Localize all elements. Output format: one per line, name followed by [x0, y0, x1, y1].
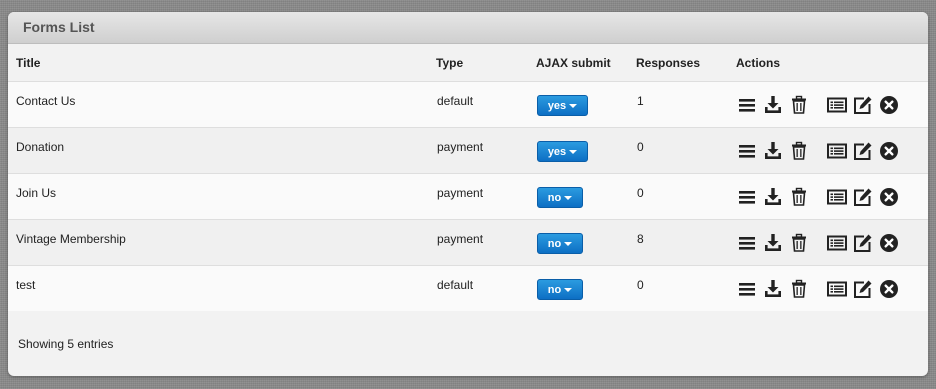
delete-icon[interactable] — [879, 95, 899, 115]
ajax-submit-dropdown[interactable]: no — [537, 186, 583, 208]
ajax-submit-value: yes — [547, 145, 567, 158]
responses-count: 0 — [637, 139, 644, 154]
table-row: Contact Us default yes 1 — [8, 81, 928, 127]
form-title: Join Us — [16, 185, 57, 200]
list-icon[interactable] — [737, 279, 757, 299]
edit-icon[interactable] — [853, 279, 873, 299]
trash-icon[interactable] — [789, 141, 809, 161]
column-header-ajax-submit[interactable]: AJAX submit — [536, 44, 636, 81]
edit-icon[interactable] — [853, 233, 873, 253]
actions-cell — [736, 127, 928, 173]
responses-count: 0 — [637, 277, 644, 292]
delete-icon[interactable] — [879, 279, 899, 299]
download-icon[interactable] — [763, 187, 783, 207]
trash-icon[interactable] — [789, 95, 809, 115]
table-row: Vintage Membership payment no 8 — [8, 219, 928, 265]
caret-down-icon — [564, 195, 573, 200]
form-type: payment — [437, 185, 484, 200]
actions-cell — [736, 265, 928, 311]
list-icon[interactable] — [737, 141, 757, 161]
actions-cell — [736, 219, 928, 265]
form-title: Contact Us — [16, 93, 76, 108]
responses-count: 8 — [637, 231, 644, 246]
form-type: default — [437, 277, 474, 292]
form-title: Donation — [16, 139, 65, 154]
caret-down-icon — [564, 241, 573, 246]
actions-cell — [736, 173, 928, 219]
column-header-actions: Actions — [736, 56, 781, 70]
panel-title: Forms List — [8, 12, 928, 44]
column-header-responses[interactable]: Responses — [636, 44, 736, 81]
ajax-submit-value: no — [547, 283, 562, 296]
view-list-icon[interactable] — [827, 95, 847, 115]
download-icon[interactable] — [763, 95, 783, 115]
delete-icon[interactable] — [879, 233, 899, 253]
ajax-submit-dropdown[interactable]: no — [537, 278, 583, 300]
edit-icon[interactable] — [853, 187, 873, 207]
caret-down-icon — [569, 103, 578, 108]
caret-down-icon — [569, 149, 578, 154]
view-list-icon[interactable] — [827, 187, 847, 207]
list-icon[interactable] — [737, 233, 757, 253]
responses-count: 1 — [637, 93, 644, 108]
column-header-type[interactable]: Type — [436, 44, 536, 81]
ajax-submit-dropdown[interactable]: yes — [537, 94, 588, 116]
ajax-submit-dropdown[interactable]: yes — [537, 140, 588, 162]
ajax-submit-cell: no — [536, 173, 636, 219]
download-icon[interactable] — [763, 233, 783, 253]
ajax-submit-cell: yes — [536, 81, 636, 127]
trash-icon[interactable] — [789, 187, 809, 207]
form-title: test — [16, 277, 36, 292]
table-info: Showing 5 entries — [18, 337, 114, 351]
responses-count: 0 — [637, 185, 644, 200]
view-list-icon[interactable] — [827, 279, 847, 299]
forms-table: Title Type AJAX submit Responses Actions… — [8, 44, 928, 311]
view-list-icon[interactable] — [827, 141, 847, 161]
table-row: Join Us payment no 0 — [8, 173, 928, 219]
ajax-submit-cell: no — [536, 265, 636, 311]
ajax-submit-dropdown[interactable]: no — [537, 232, 583, 254]
ajax-submit-value: yes — [547, 99, 567, 112]
form-type: payment — [437, 139, 484, 154]
list-icon[interactable] — [737, 95, 757, 115]
trash-icon[interactable] — [789, 233, 809, 253]
table-row: test default no 0 — [8, 265, 928, 311]
delete-icon[interactable] — [879, 141, 899, 161]
download-icon[interactable] — [763, 279, 783, 299]
form-type: payment — [437, 231, 484, 246]
list-icon[interactable] — [737, 187, 757, 207]
edit-icon[interactable] — [853, 95, 873, 115]
form-type: default — [437, 93, 474, 108]
caret-down-icon — [564, 287, 573, 292]
ajax-submit-value: no — [547, 237, 562, 250]
download-icon[interactable] — [763, 141, 783, 161]
table-header-row: Title Type AJAX submit Responses Actions — [8, 44, 928, 81]
column-header-title[interactable]: Title — [8, 44, 436, 81]
form-title: Vintage Membership — [16, 231, 126, 246]
ajax-submit-cell: no — [536, 219, 636, 265]
actions-cell — [736, 81, 928, 127]
ajax-submit-value: no — [547, 191, 562, 204]
trash-icon[interactable] — [789, 279, 809, 299]
forms-list-panel: Forms List Title Type AJAX submit Respon… — [8, 12, 928, 376]
edit-icon[interactable] — [853, 141, 873, 161]
delete-icon[interactable] — [879, 187, 899, 207]
view-list-icon[interactable] — [827, 233, 847, 253]
table-row: Donation payment yes 0 — [8, 127, 928, 173]
ajax-submit-cell: yes — [536, 127, 636, 173]
